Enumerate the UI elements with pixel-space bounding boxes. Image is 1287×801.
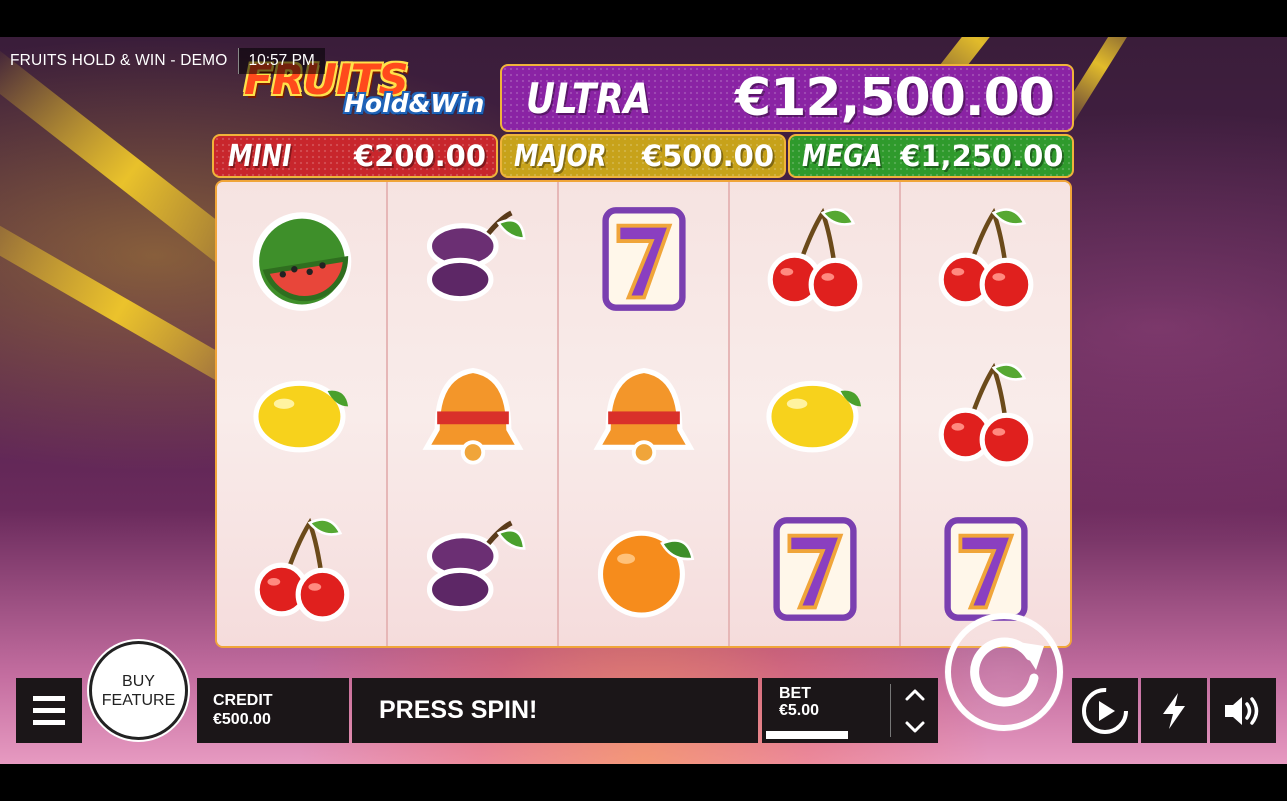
reel-cell	[388, 182, 557, 337]
reel-cell	[559, 491, 728, 646]
jackpot-mega: MEGA €1,250.00	[788, 134, 1074, 178]
reel-cell	[901, 337, 1070, 492]
jackpot-ultra: ULTRA €12,500.00	[500, 64, 1074, 132]
reel-cell	[388, 491, 557, 646]
bet-increase-button[interactable]	[901, 684, 929, 706]
jackpot-mini-amount: €200.00	[353, 139, 486, 173]
lightning-icon	[1163, 692, 1185, 729]
lemon-icon	[252, 380, 348, 453]
logo-text-hold-win: Hold&Win	[344, 89, 485, 118]
reel-cell	[730, 491, 899, 646]
bet-label: BET	[779, 685, 811, 702]
reel-cell	[730, 182, 899, 337]
reel-grid	[215, 180, 1072, 648]
orange-icon	[597, 530, 694, 618]
credit-label: CREDIT	[213, 692, 273, 709]
bet-display: BET €5.00	[762, 678, 938, 743]
top-bar: FRUITS HOLD & WIN - DEMO 10:57 PM	[0, 47, 325, 75]
cherry-icon	[938, 208, 1033, 312]
reel-cell	[388, 337, 557, 492]
reel-1	[217, 182, 388, 646]
jackpot-ultra-amount: €12,500.00	[735, 68, 1055, 128]
credit-display: CREDIT €500.00	[197, 678, 349, 743]
sound-button[interactable]	[1210, 678, 1276, 743]
status-message: PRESS SPIN!	[379, 696, 538, 724]
cherry-icon	[254, 517, 349, 622]
autoplay-button[interactable]	[1072, 678, 1138, 743]
bell-icon	[422, 367, 523, 465]
reel-cell	[559, 337, 728, 492]
reel-cell	[901, 182, 1070, 337]
lemon-icon	[765, 380, 861, 453]
plum-icon	[426, 520, 526, 611]
jackpot-mega-name: MEGA	[802, 138, 883, 174]
game-title: FRUITS HOLD & WIN - DEMO	[10, 52, 228, 69]
bet-value: €5.00	[779, 702, 820, 719]
bet-decrease-button[interactable]	[901, 716, 929, 738]
buy-feature-button[interactable]: BUY FEATURE	[89, 641, 188, 740]
reel-cell	[217, 182, 386, 337]
reel-cell	[217, 337, 386, 492]
reel-cell	[217, 491, 386, 646]
watermelon-icon	[252, 212, 351, 312]
jackpot-mini-name: MINI	[228, 138, 292, 174]
reel-2	[388, 182, 559, 646]
spin-button[interactable]	[944, 612, 1064, 732]
seven-icon	[772, 516, 857, 621]
bet-level-bar	[766, 731, 848, 739]
speaker-icon	[1225, 696, 1259, 725]
reel-3	[559, 182, 730, 646]
autoplay-icon	[1082, 687, 1128, 734]
bet-divider	[890, 684, 891, 737]
turbo-button[interactable]	[1141, 678, 1207, 743]
spin-arrow-icon	[945, 613, 1063, 731]
jackpot-major: MAJOR €500.00	[500, 134, 786, 178]
reel-cell	[559, 182, 728, 337]
jackpot-major-name: MAJOR	[514, 138, 607, 174]
jackpot-ultra-name: ULTRA	[526, 73, 652, 123]
jackpot-mini: MINI €200.00	[212, 134, 498, 178]
chevron-up-icon	[905, 689, 925, 701]
cherry-icon	[767, 208, 862, 312]
chevron-down-icon	[905, 721, 925, 733]
menu-button[interactable]	[16, 678, 82, 743]
plum-icon	[426, 210, 526, 302]
bell-icon	[593, 367, 694, 465]
reel-cell	[730, 337, 899, 492]
clock: 10:57 PM	[237, 48, 325, 74]
message-display: PRESS SPIN!	[352, 678, 758, 743]
cherry-icon	[938, 362, 1033, 467]
seven-icon	[601, 207, 686, 312]
jackpot-mega-amount: €1,250.00	[900, 139, 1064, 173]
credit-value: €500.00	[213, 711, 271, 728]
reel-5	[901, 182, 1070, 646]
buy-feature-label: BUY FEATURE	[101, 672, 176, 709]
reel-4	[730, 182, 901, 646]
jackpot-major-amount: €500.00	[641, 139, 774, 173]
